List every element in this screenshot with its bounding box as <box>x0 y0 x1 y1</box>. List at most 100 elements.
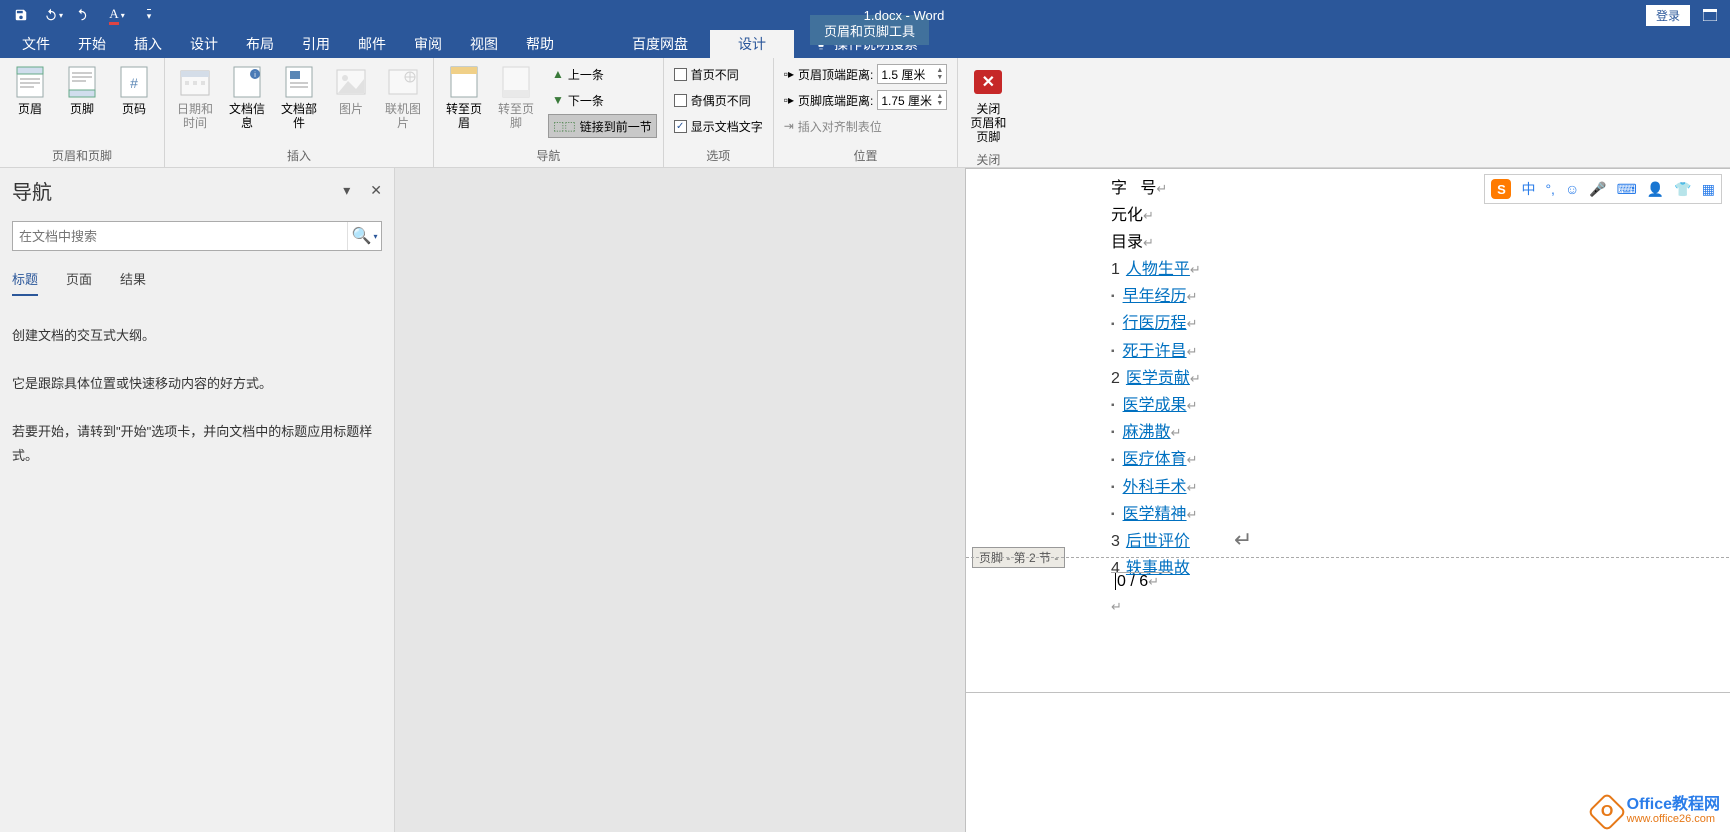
toc-link[interactable]: 行医历程 <box>1123 315 1187 332</box>
brand-watermark: O Office教程网 www.office26.com <box>1593 798 1720 826</box>
close-headerfooter-button[interactable]: ✕ 关闭页眉和页脚 <box>964 62 1012 148</box>
login-button[interactable]: 登录 <box>1646 5 1690 26</box>
doc-text: 目录 <box>1111 234 1143 251</box>
image-icon <box>335 66 367 98</box>
ime-lang-button[interactable]: 中 <box>1521 179 1535 199</box>
footer-bottom-label: 页脚底端距离: <box>798 92 873 109</box>
tab-home[interactable]: 开始 <box>64 30 120 58</box>
nav-close-button[interactable]: ✕ <box>370 182 382 199</box>
tab-insert[interactable]: 插入 <box>120 30 176 58</box>
insert-align-tab-button: ⇥插入对齐制表位 <box>780 114 952 138</box>
close-label-1: 关闭 <box>976 102 1000 116</box>
toc-link[interactable]: 早年经历 <box>1123 288 1187 305</box>
different-first-checkbox[interactable]: 首页不同 <box>670 62 767 86</box>
header-icon <box>14 66 46 98</box>
docinfo-label: 文档信息 <box>225 102 269 130</box>
toc-link[interactable]: 医学精神 <box>1123 506 1187 523</box>
ime-toolbox-button[interactable]: ▦ <box>1702 181 1715 198</box>
nav-tab-pages[interactable]: 页面 <box>66 269 92 296</box>
prev-label: 上一条 <box>568 66 604 83</box>
show-doc-text-checkbox[interactable]: ✓显示文档文字 <box>670 114 767 138</box>
toc-link[interactable]: 医学成果 <box>1123 397 1187 414</box>
toc-num: 3 <box>1111 533 1120 550</box>
undo-button[interactable]: ▾ <box>40 2 66 28</box>
toc-link[interactable]: 人物生平 <box>1126 261 1190 278</box>
goto-footer-label: 转至页脚 <box>494 102 538 130</box>
ime-punct-button[interactable]: °, <box>1545 181 1555 197</box>
nav-dropdown-button[interactable]: ▾ <box>343 182 350 199</box>
undo-icon <box>43 8 59 22</box>
docparts-button[interactable]: 文档部件 <box>275 62 323 134</box>
nav-pane-title: 导航 <box>12 176 52 205</box>
nav-search-box[interactable]: 🔍▾ <box>12 221 382 251</box>
prev-section-button[interactable]: ▲上一条 <box>548 62 657 86</box>
tab-file[interactable]: 文件 <box>8 30 64 58</box>
search-icon: 🔍 <box>352 226 372 246</box>
goto-header-button[interactable]: 转至页眉 <box>440 62 488 134</box>
font-color-button[interactable]: A▾ <box>104 2 130 28</box>
calendar-icon <box>179 66 211 98</box>
ime-voice-button[interactable]: 🎤 <box>1589 181 1606 198</box>
toc-num: 2 <box>1111 370 1120 387</box>
tab-view[interactable]: 视图 <box>456 30 512 58</box>
document-area[interactable]: 字 号↵ 元化↵ 目录↵ 1人物生平↵ 早年经历↵ 行医历程↵ 死于许昌↵ 2医… <box>395 168 1730 832</box>
ime-skin-button[interactable]: 👕 <box>1674 181 1691 198</box>
toc-link[interactable]: 麻沸散 <box>1123 424 1171 441</box>
footer-distance-icon: ▫▸ <box>784 93 794 107</box>
tab-layout[interactable]: 布局 <box>232 30 288 58</box>
tab-design-doc[interactable]: 设计 <box>176 30 232 58</box>
header-button[interactable]: 页眉 <box>6 62 54 120</box>
toc-link[interactable]: 医学贡献 <box>1126 370 1190 387</box>
next-section-button[interactable]: ▼下一条 <box>548 88 657 112</box>
redo-icon <box>78 8 92 22</box>
nav-help-2: 它是跟踪具体位置或快速移动内容的好方式。 <box>12 372 382 396</box>
docinfo-button[interactable]: i 文档信息 <box>223 62 271 134</box>
show-doc-text-label: 显示文档文字 <box>691 118 763 135</box>
ribbon-options-button[interactable] <box>1698 9 1722 21</box>
diff-oddeven-label: 奇偶页不同 <box>691 92 751 109</box>
toc-link[interactable]: 后世评价 <box>1126 533 1190 550</box>
navigation-pane: 导航 ▾ ✕ 🔍▾ 标题 页面 结果 创建文档的交互式大纲。 它是跟踪具体位置或… <box>0 168 395 832</box>
tab-review[interactable]: 审阅 <box>400 30 456 58</box>
toc-link[interactable]: 死于许昌 <box>1123 343 1187 360</box>
group-insert-label: 插入 <box>171 144 427 167</box>
brand-name: Office教程网 <box>1627 798 1720 812</box>
insert-align-tab-label: 插入对齐制表位 <box>798 118 882 135</box>
footer-bottom-input[interactable]: 1.75 厘米▲▼ <box>877 90 947 110</box>
nav-help-1: 创建文档的交互式大纲。 <box>12 324 382 348</box>
header-top-input[interactable]: 1.5 厘米▲▼ <box>877 64 947 84</box>
close-icon: ✕ <box>974 70 1002 94</box>
tab-references[interactable]: 引用 <box>288 30 344 58</box>
footer-label: 页脚 <box>70 102 94 116</box>
link-previous-button[interactable]: ⬚⬚链接到前一节 <box>548 114 657 138</box>
qat-customize-button[interactable]: ▾ <box>136 2 162 28</box>
toc-link[interactable]: 外科手术 <box>1123 479 1187 496</box>
toc-link[interactable]: 医疗体育 <box>1123 451 1187 468</box>
datetime-button[interactable]: 日期和时间 <box>171 62 219 134</box>
ime-emoji-button[interactable]: ☺ <box>1565 181 1579 197</box>
different-oddeven-checkbox[interactable]: 奇偶页不同 <box>670 88 767 112</box>
ime-user-button[interactable]: 👤 <box>1647 181 1664 198</box>
nav-tabs: 标题 页面 结果 <box>12 269 382 296</box>
nav-tab-results[interactable]: 结果 <box>120 269 146 296</box>
search-input[interactable] <box>13 229 347 244</box>
redo-button[interactable] <box>72 2 98 28</box>
search-button[interactable]: 🔍▾ <box>347 222 381 250</box>
footer-bottom-value: 1.75 厘米 <box>881 92 932 109</box>
tab-design-context[interactable]: 设计 <box>710 30 794 58</box>
page: 字 号↵ 元化↵ 目录↵ 1人物生平↵ 早年经历↵ 行医历程↵ 死于许昌↵ 2医… <box>965 168 1730 738</box>
save-button[interactable] <box>8 2 34 28</box>
nav-tab-headings[interactable]: 标题 <box>12 269 38 296</box>
tab-help[interactable]: 帮助 <box>512 30 568 58</box>
image-label: 图片 <box>339 102 363 116</box>
ime-toolbar[interactable]: S 中 °, ☺ 🎤 ⌨ 👤 👕 ▦ <box>1484 174 1722 204</box>
ime-keyboard-button[interactable]: ⌨ <box>1617 181 1637 198</box>
image-button: 图片 <box>327 62 375 120</box>
docparts-icon <box>283 66 315 98</box>
sogou-logo-icon: S <box>1491 179 1511 199</box>
tab-baidu[interactable]: 百度网盘 <box>618 30 702 58</box>
pagenum-button[interactable]: # 页码 <box>110 62 158 120</box>
footer-button[interactable]: 页脚 <box>58 62 106 120</box>
footer-pagenum[interactable]: 0 / 6↵ <box>1115 573 1159 591</box>
tab-mailings[interactable]: 邮件 <box>344 30 400 58</box>
